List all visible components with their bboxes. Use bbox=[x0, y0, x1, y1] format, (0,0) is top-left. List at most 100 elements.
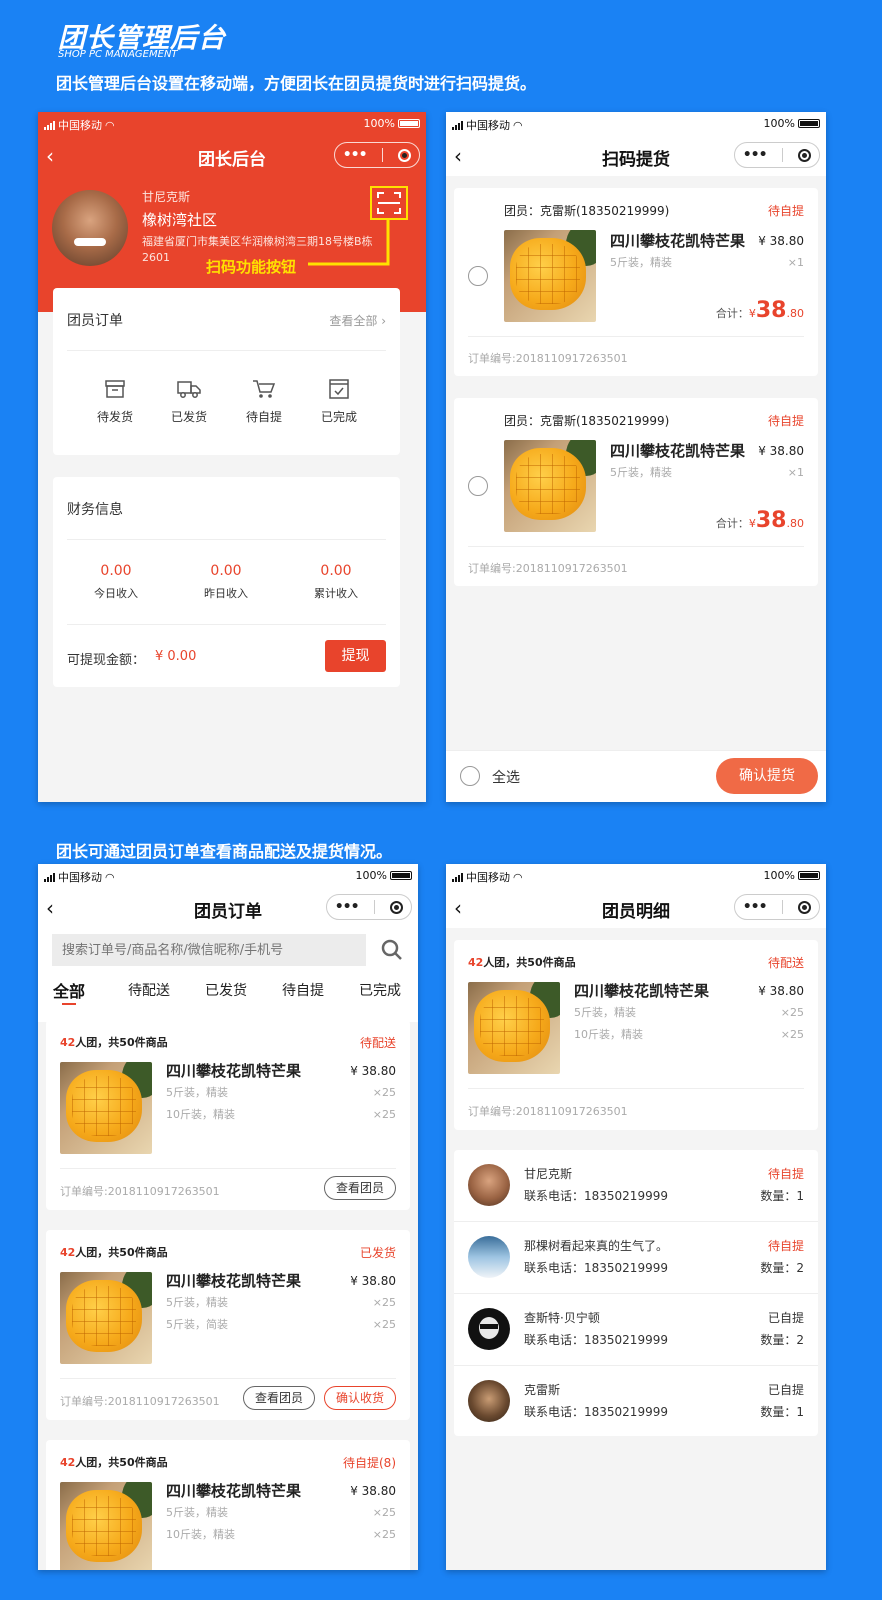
miniprogram-capsule[interactable]: ••• bbox=[734, 894, 820, 920]
order-status-shipped[interactable]: 已发货 bbox=[165, 378, 213, 425]
product-image bbox=[60, 1482, 152, 1570]
order-status-completed[interactable]: 已完成 bbox=[315, 378, 363, 425]
tab-shipped[interactable]: 已发货 bbox=[205, 980, 247, 1000]
miniprogram-capsule[interactable]: ••• bbox=[326, 894, 412, 920]
total-label: 合计： bbox=[715, 517, 749, 530]
product-qty: ×25 bbox=[372, 1296, 396, 1309]
close-miniprogram-icon[interactable] bbox=[798, 148, 812, 162]
tab-all[interactable]: 全部 bbox=[53, 978, 85, 1002]
wifi-icon: ◠ bbox=[513, 870, 523, 884]
carrier-label: 中国移动 bbox=[58, 871, 102, 884]
more-icon[interactable]: ••• bbox=[743, 147, 768, 163]
group-count: 42 bbox=[60, 1456, 76, 1469]
battery-icon bbox=[390, 871, 412, 880]
more-icon[interactable]: ••• bbox=[343, 147, 368, 163]
close-miniprogram-icon[interactable] bbox=[390, 900, 404, 914]
member-row[interactable]: 甘尼克斯 联系电话：18350219999 待自提 数量：1 bbox=[454, 1150, 818, 1222]
product-price: ¥ 38.80 bbox=[758, 234, 804, 248]
select-all-label[interactable]: 全选 bbox=[492, 767, 520, 787]
group-summary: 42人团，共50件商品 bbox=[468, 954, 576, 970]
product-price: ¥ 38.80 bbox=[758, 984, 804, 998]
member-info: 团员：克雷斯(18350219999) bbox=[504, 414, 670, 428]
member-status: 待自提 bbox=[767, 1167, 804, 1181]
battery-label: 100% bbox=[355, 869, 387, 882]
product-price: ¥ 38.80 bbox=[350, 1064, 396, 1078]
total-integer: 38 bbox=[755, 298, 787, 323]
view-members-button[interactable]: 查看团员 bbox=[324, 1176, 396, 1200]
member-name: 那棵树看起来真的生气了。 bbox=[524, 1239, 669, 1253]
group-order-card: 42人团，共50件商品 待配送 四川攀枝花凯特芒果 ¥ 38.80 5斤装，精装… bbox=[454, 940, 818, 1130]
status-bar: 中国移动 ◠ 100% bbox=[446, 864, 826, 888]
check-icon bbox=[329, 379, 349, 399]
group-summary-text: 人团，共50件商品 bbox=[483, 956, 576, 969]
member-row[interactable]: 那棵树看起来真的生气了。 联系电话：18350219999 待自提 数量：2 bbox=[454, 1222, 818, 1294]
member-name: 甘尼克斯 bbox=[524, 1167, 573, 1181]
status-bar: 中国移动 ◠ 100% bbox=[38, 864, 418, 888]
order-status: 待自提 bbox=[767, 204, 804, 218]
member-row[interactable]: 查斯特·贝宁顿 联系电话：18350219999 已自提 数量：2 bbox=[454, 1294, 818, 1366]
more-icon[interactable]: ••• bbox=[335, 899, 360, 915]
order-status: 待配送 bbox=[767, 956, 804, 970]
section2-description: 团长可通过团员订单查看商品配送及提货情况。 bbox=[56, 842, 393, 861]
member-row[interactable]: 克雷斯 联系电话：18350219999 已自提 数量：1 bbox=[454, 1366, 818, 1438]
member-status: 待自提 bbox=[767, 1239, 804, 1253]
screen-leader-backend: 中国移动 ◠ 100% ‹ 团长后台 ••• 甘尼克斯 橡树湾社区 福建省厦门市集… bbox=[38, 112, 426, 802]
group-order-card: 42人团，共50件商品 待自提(8) 四川攀枝花凯特芒果 ¥ 38.80 5斤装… bbox=[46, 1440, 410, 1570]
close-miniprogram-icon[interactable] bbox=[398, 148, 412, 162]
member-status: 已自提 bbox=[767, 1383, 804, 1397]
confirm-receipt-button[interactable]: 确认收货 bbox=[324, 1386, 396, 1410]
today-income-label: 今日收入 bbox=[94, 587, 138, 600]
signal-icon bbox=[44, 120, 55, 130]
withdraw-button[interactable]: 提现 bbox=[325, 640, 386, 672]
product-spec: 5斤装，简装 bbox=[166, 1318, 228, 1331]
total-currency: ¥ bbox=[748, 517, 756, 530]
group-order-card: 42人团，共50件商品 待配送 四川攀枝花凯特芒果 ¥ 38.80 5斤装，精装… bbox=[46, 1020, 410, 1210]
order-status-label: 待自提 bbox=[245, 410, 282, 424]
product-spec: 10斤装，精装 bbox=[166, 1528, 235, 1541]
product-qty: ×25 bbox=[372, 1506, 396, 1519]
screen-scan-pickup: 中国移动 ◠ 100% ‹ 扫码提货 ••• 团员：克雷斯(18350219999… bbox=[446, 112, 826, 802]
confirm-pickup-button[interactable]: 确认提货 bbox=[716, 758, 818, 794]
carrier-label: 中国移动 bbox=[58, 119, 102, 132]
view-all-link[interactable]: 查看全部 › bbox=[329, 312, 386, 329]
tab-completed[interactable]: 已完成 bbox=[359, 980, 401, 1000]
battery-label: 100% bbox=[763, 869, 795, 882]
group-order-card: 42人团，共50件商品 已发货 四川攀枝花凯特芒果 ¥ 38.80 5斤装，精装… bbox=[46, 1230, 410, 1420]
pickup-order-card: 团员：克雷斯(18350219999) 待自提 四川攀枝花凯特芒果 ¥ 38.8… bbox=[454, 398, 818, 586]
order-select-radio[interactable] bbox=[468, 266, 488, 286]
yesterday-income-label: 昨日收入 bbox=[204, 587, 248, 600]
product-qty: ×25 bbox=[780, 1006, 804, 1019]
close-miniprogram-icon[interactable] bbox=[798, 900, 812, 914]
member-status: 已自提 bbox=[767, 1311, 804, 1325]
product-qty: ×25 bbox=[372, 1318, 396, 1331]
group-summary: 42人团，共50件商品 bbox=[60, 1034, 168, 1050]
select-all-radio[interactable] bbox=[460, 766, 480, 786]
group-count: 42 bbox=[60, 1246, 76, 1259]
miniprogram-capsule[interactable]: ••• bbox=[734, 142, 820, 168]
product-name: 四川攀枝花凯特芒果 bbox=[610, 442, 746, 460]
member-phone: 联系电话：18350219999 bbox=[524, 1189, 668, 1203]
annotation-line bbox=[308, 220, 390, 266]
bottom-bar: 全选 确认提货 bbox=[446, 750, 826, 802]
order-status-wait-pickup[interactable]: 待自提 bbox=[240, 378, 288, 425]
today-income-value: 0.00 bbox=[100, 563, 132, 579]
order-select-radio[interactable] bbox=[468, 476, 488, 496]
more-icon[interactable]: ••• bbox=[743, 899, 768, 915]
member-name: 查斯特·贝宁顿 bbox=[524, 1311, 600, 1325]
tab-pending-delivery[interactable]: 待配送 bbox=[128, 980, 170, 1000]
search-icon[interactable] bbox=[380, 938, 404, 962]
miniprogram-capsule[interactable]: ••• bbox=[334, 142, 420, 168]
search-input[interactable] bbox=[52, 934, 366, 966]
scan-annotation: 扫码功能按钮 bbox=[206, 258, 297, 276]
view-members-button[interactable]: 查看团员 bbox=[243, 1386, 315, 1410]
group-summary-text: 人团，共50件商品 bbox=[75, 1246, 168, 1259]
tab-pending-pickup[interactable]: 待自提 bbox=[282, 980, 324, 1000]
page-subtitle: SHOP PC MANAGEMENT bbox=[58, 49, 178, 60]
screen-member-detail: 中国移动 ◠ 100% ‹ 团员明细 ••• 42人团，共50件商品 待配送 四川… bbox=[446, 864, 826, 1570]
total-income-label: 累计收入 bbox=[314, 587, 358, 600]
scan-button[interactable] bbox=[370, 186, 408, 220]
member-qty: 数量：2 bbox=[760, 1333, 804, 1347]
product-name: 四川攀枝花凯特芒果 bbox=[574, 982, 710, 1000]
wifi-icon: ◠ bbox=[105, 870, 115, 884]
order-status-wait-ship[interactable]: 待发货 bbox=[91, 378, 139, 425]
